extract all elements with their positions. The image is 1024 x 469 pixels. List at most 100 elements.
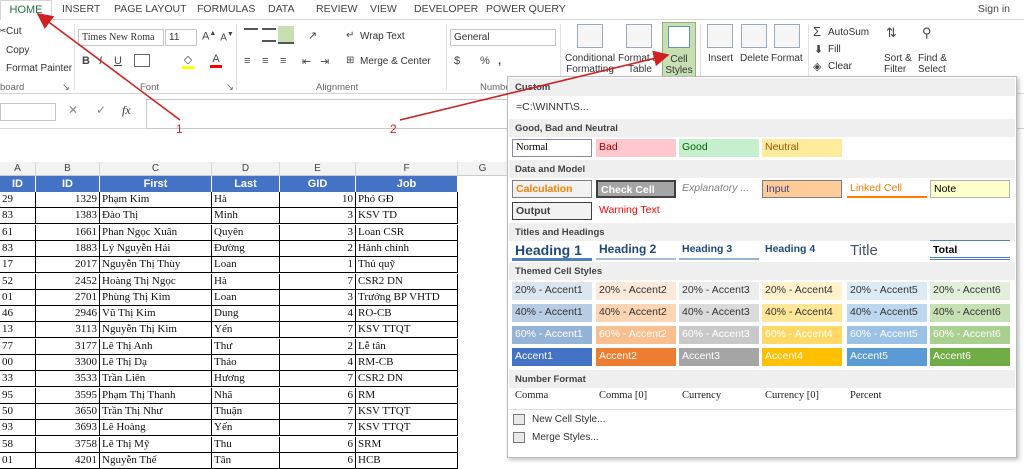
tab-data[interactable]: DATA — [268, 3, 294, 15]
orientation-icon[interactable]: ↗ — [308, 29, 317, 42]
table-cell[interactable]: 3177 — [36, 338, 100, 355]
table-cell[interactable]: Lê Hoàng — [100, 420, 212, 437]
table-cell[interactable]: 01 — [0, 452, 36, 469]
table-cell[interactable]: 13 — [0, 322, 36, 339]
table-cell[interactable]: 58 — [0, 436, 36, 453]
table-cell[interactable]: Phùng Thị Kim — [100, 289, 212, 306]
table-cell[interactable]: 3533 — [36, 371, 100, 388]
find-select-button[interactable]: Find & Select — [918, 53, 947, 75]
table-cell[interactable]: 3 — [280, 208, 356, 225]
table-cell[interactable]: Hành chính — [356, 240, 458, 257]
style-swatch-theme[interactable]: 20% - Accent5 — [847, 282, 927, 300]
table-cell[interactable]: HCB — [356, 452, 458, 469]
decrease-font-icon[interactable]: A▼ — [220, 31, 234, 43]
conditional-formatting-button[interactable]: Conditional Formatting — [565, 53, 615, 75]
style-swatch-theme[interactable]: Accent4 — [762, 348, 842, 366]
table-cell[interactable]: KSV TTQT — [356, 322, 458, 339]
decrease-indent-icon[interactable]: ⇤ — [302, 55, 311, 68]
comma-icon[interactable]: , — [498, 55, 501, 67]
style-swatch-output[interactable]: Output — [512, 202, 592, 220]
borders-icon[interactable] — [134, 54, 150, 67]
table-cell[interactable]: Đào Thị — [100, 208, 212, 225]
table-cell[interactable]: 3758 — [36, 436, 100, 453]
table-cell[interactable]: KSV TD — [356, 208, 458, 225]
style-swatch-theme[interactable]: 60% - Accent6 — [930, 326, 1010, 344]
currency-icon[interactable]: $ — [454, 55, 460, 67]
table-cell[interactable]: Lễ tân — [356, 338, 458, 355]
table-cell[interactable]: KSV TTQT — [356, 403, 458, 420]
style-swatch-heading-3[interactable]: Heading 3 — [679, 240, 759, 260]
table-cell[interactable]: RM-CB — [356, 355, 458, 371]
style-swatch-theme[interactable]: 20% - Accent1 — [512, 282, 592, 300]
table-cell[interactable]: 95 — [0, 387, 36, 404]
style-swatch-heading-1[interactable]: Heading 1 — [512, 240, 592, 261]
style-swatch-theme[interactable]: 60% - Accent2 — [596, 326, 676, 344]
table-cell[interactable]: 4 — [280, 355, 356, 371]
table-cell[interactable]: Dung — [212, 306, 280, 323]
enter-icon[interactable]: ✓ — [96, 103, 106, 117]
style-swatch-title[interactable]: Title — [847, 240, 927, 262]
style-swatch-theme[interactable]: Accent1 — [512, 348, 592, 366]
table-cell[interactable]: 83 — [0, 240, 36, 257]
table-cell[interactable]: Loan — [212, 257, 280, 274]
table-cell[interactable]: 3300 — [36, 355, 100, 371]
style-swatch-number-format[interactable]: Currency [0] — [762, 388, 842, 406]
merge-styles-menu-item[interactable]: Merge Styles... — [532, 432, 599, 443]
table-cell[interactable]: Phan Ngọc Xuân — [100, 224, 212, 241]
copy-button[interactable]: Copy — [6, 45, 29, 56]
table-cell[interactable]: Hà — [212, 192, 280, 208]
table-cell[interactable]: 1883 — [36, 240, 100, 257]
style-swatch-theme[interactable]: 60% - Accent3 — [679, 326, 759, 344]
table-cell[interactable]: 2 — [280, 338, 356, 355]
increase-indent-icon[interactable]: ⇥ — [320, 55, 329, 68]
table-cell[interactable]: 2017 — [36, 257, 100, 274]
style-swatch-warning-text[interactable]: Warning Text — [596, 202, 676, 220]
table-cell[interactable]: 2452 — [36, 273, 100, 290]
tab-review[interactable]: REVIEW — [316, 3, 357, 15]
style-swatch-theme[interactable]: 60% - Accent5 — [847, 326, 927, 344]
table-header-cell[interactable]: ID — [36, 176, 100, 192]
custom-style-swatch[interactable]: =C:\WINNT\S... — [513, 99, 592, 117]
style-swatch-theme[interactable]: 40% - Accent1 — [512, 304, 592, 322]
table-cell[interactable]: 2 — [280, 240, 356, 257]
table-cell[interactable]: 4201 — [36, 452, 100, 469]
table-cell[interactable]: 00 — [0, 355, 36, 371]
align-right-icon[interactable]: ≡ — [280, 55, 286, 67]
style-swatch-good[interactable]: Good — [679, 139, 759, 157]
tab-developer[interactable]: DEVELOPER — [414, 3, 478, 15]
table-cell[interactable]: 3693 — [36, 420, 100, 437]
style-swatch-note[interactable]: Note — [930, 180, 1010, 198]
table-cell[interactable]: Hà — [212, 273, 280, 290]
table-cell[interactable]: Lý Nguyễn Hải — [100, 240, 212, 257]
table-header-cell[interactable]: First — [100, 176, 212, 192]
table-cell[interactable]: 17 — [0, 257, 36, 274]
increase-font-icon[interactable]: A▲ — [202, 30, 216, 43]
table-cell[interactable]: 1329 — [36, 192, 100, 208]
insert-function-icon[interactable]: fx — [122, 103, 131, 118]
table-cell[interactable]: KSV TTQT — [356, 420, 458, 437]
cancel-icon[interactable]: ✕ — [68, 103, 78, 117]
table-cell[interactable]: Trưởng BP VHTD — [356, 289, 458, 306]
font-color-icon[interactable]: A — [210, 53, 222, 68]
column-header[interactable]: E — [280, 162, 356, 176]
insert-cells-button[interactable]: Insert — [708, 53, 733, 64]
table-cell[interactable]: 3113 — [36, 322, 100, 339]
table-cell[interactable]: Loan — [212, 289, 280, 306]
bold-icon[interactable]: B — [82, 55, 90, 67]
table-cell[interactable]: RO-CB — [356, 306, 458, 323]
table-cell[interactable]: Thư — [212, 338, 280, 355]
table-cell[interactable]: 7 — [280, 420, 356, 437]
table-cell[interactable]: 7 — [280, 322, 356, 339]
style-swatch-heading-4[interactable]: Heading 4 — [762, 240, 842, 260]
table-cell[interactable]: 1661 — [36, 224, 100, 241]
column-header[interactable]: B — [36, 162, 100, 176]
align-left-icon[interactable]: ≡ — [244, 55, 250, 67]
style-swatch-explanatory[interactable]: Explanatory ... — [679, 180, 759, 198]
table-cell[interactable]: 6 — [280, 436, 356, 453]
tab-page-layout[interactable]: PAGE LAYOUT — [114, 3, 187, 15]
style-swatch-theme[interactable]: Accent3 — [679, 348, 759, 366]
table-cell[interactable]: Yến — [212, 420, 280, 437]
name-box[interactable] — [0, 103, 56, 121]
table-cell[interactable]: 6 — [280, 387, 356, 404]
table-cell[interactable]: Lê Thị Anh — [100, 338, 212, 355]
